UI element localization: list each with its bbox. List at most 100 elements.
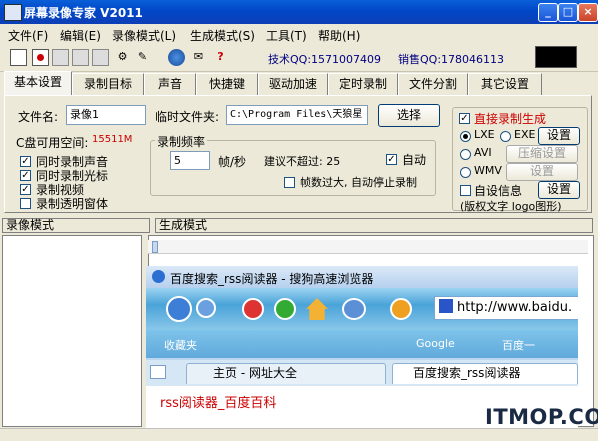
- back-icon: [166, 296, 192, 322]
- refresh-icon: [274, 298, 296, 320]
- check-transparent-window[interactable]: [20, 198, 31, 209]
- window-title: 屏幕录像专家 V2011: [24, 6, 143, 20]
- app-icon: [4, 4, 22, 21]
- frequency-title: 录制频率: [155, 133, 208, 150]
- filename-input[interactable]: 录像1: [66, 105, 146, 125]
- tab-hotkey[interactable]: 快捷键: [196, 73, 258, 95]
- tab-sound[interactable]: 声音: [144, 73, 196, 95]
- radio-exe-label: EXE: [514, 128, 536, 141]
- select-button[interactable]: 选择: [378, 104, 440, 127]
- stop-page-icon: [242, 298, 264, 320]
- fav-google: Google: [416, 337, 455, 350]
- radio-wmv[interactable]: [460, 167, 471, 178]
- pen-icon[interactable]: ✎: [134, 49, 151, 66]
- copyright-note: (版权文字 logo图形): [460, 200, 562, 213]
- check-record-sound[interactable]: ✓: [20, 156, 31, 167]
- menu-gen-mode[interactable]: 生成模式(S): [190, 27, 255, 44]
- tab-record-target[interactable]: 录制目标: [72, 73, 144, 95]
- title-bar: 屏幕录像专家 V2011 _ □ ×: [0, 0, 598, 24]
- browser-tabs: 主页 - 网址大全 百度搜索_rss阅读器: [146, 360, 578, 386]
- browser-tab-home-label: 主页 - 网址大全: [213, 366, 297, 380]
- disk-space-label: C盘可用空间:: [16, 136, 89, 150]
- gen-mode-header: 生成模式: [155, 218, 593, 233]
- browser-address-bar: http://www.baidu.: [434, 296, 578, 320]
- help-icon[interactable]: ?: [212, 49, 229, 66]
- status-bar: [0, 428, 598, 441]
- check-custom-info[interactable]: [460, 185, 471, 196]
- check-record-video[interactable]: ✓: [20, 184, 31, 195]
- tab-list-icon: [150, 365, 166, 379]
- pause-icon[interactable]: [52, 49, 69, 66]
- menu-help[interactable]: 帮助(H): [318, 27, 360, 44]
- custom-info-label: 自设信息: [474, 184, 523, 198]
- suggest-label: 建议不超过: 25: [264, 155, 341, 168]
- check-direct-gen[interactable]: ✓: [459, 113, 470, 124]
- tech-qq: 技术QQ:1571007409: [268, 53, 382, 66]
- toolbar: ⚙ ✎ ✉ ? 技术QQ:1571007409 销售QQ:178046113: [0, 44, 598, 72]
- record-mode-header: 录像模式: [2, 218, 150, 233]
- radio-lxe[interactable]: [460, 131, 471, 142]
- timeline-scrollbar[interactable]: [148, 240, 588, 254]
- menu-file[interactable]: 文件(F): [8, 27, 48, 44]
- tab-split[interactable]: 文件分割: [398, 73, 468, 95]
- radio-wmv-label: WMV: [474, 164, 502, 177]
- custom-info-setting-button[interactable]: 设置: [538, 181, 580, 199]
- history-icon: [342, 298, 366, 320]
- tab-driver[interactable]: 驱动加速: [258, 73, 328, 95]
- record-icon[interactable]: [32, 49, 49, 66]
- browser-address-text: http://www.baidu.: [457, 300, 573, 315]
- tab-other[interactable]: 其它设置: [468, 73, 542, 95]
- check-record-cursor[interactable]: ✓: [20, 170, 31, 181]
- frequency-input[interactable]: 5: [170, 151, 210, 170]
- browser-tab-baidu: 百度搜索_rss阅读器: [392, 363, 578, 384]
- tab-basic[interactable]: 基本设置: [4, 71, 72, 95]
- close-button[interactable]: ×: [578, 3, 598, 22]
- play-icon[interactable]: [92, 49, 109, 66]
- browser-tab-home: 主页 - 网址大全: [186, 363, 386, 384]
- favorite-star-icon: [390, 298, 412, 320]
- wmv-setting-button[interactable]: 设置: [506, 163, 578, 181]
- minimize-button[interactable]: _: [538, 3, 558, 22]
- direct-gen-title: 直接录制生成: [474, 112, 547, 126]
- tempdir-input[interactable]: C:\Program Files\天狼星: [226, 105, 368, 125]
- fav-folder: 收藏夹: [164, 339, 197, 352]
- tools-icon[interactable]: ✉: [190, 49, 207, 66]
- browser-titlebar: 百度搜索_rss阅读器 - 搜狗高速浏览器: [146, 266, 578, 288]
- settings-icon[interactable]: ⚙: [114, 49, 131, 66]
- check-auto-label: 自动: [402, 153, 427, 167]
- new-icon[interactable]: [10, 49, 27, 66]
- menu-tools[interactable]: 工具(T): [266, 27, 307, 44]
- menu-bar: 文件(F) 编辑(E) 录像模式(L) 生成模式(S) 工具(T) 帮助(H): [0, 24, 598, 44]
- baidu-favicon-icon: [439, 299, 453, 313]
- check-auto-stop[interactable]: [284, 177, 295, 188]
- tempdir-label: 临时文件夹:: [155, 110, 220, 124]
- menu-record-mode[interactable]: 录像模式(L): [112, 27, 176, 44]
- lxe-setting-button[interactable]: 设置: [538, 127, 580, 145]
- fav-baidu: 百度一: [502, 339, 535, 352]
- preview-box: [535, 46, 577, 68]
- watermark: ITMOP.COM: [485, 405, 598, 429]
- timeline-thumb[interactable]: [152, 241, 158, 253]
- forward-icon: [196, 298, 216, 318]
- tab-schedule[interactable]: 定时录制: [328, 73, 398, 95]
- frequency-unit: 帧/秒: [218, 155, 247, 169]
- stop-icon[interactable]: [72, 49, 89, 66]
- disk-space-value: 15511M: [92, 134, 133, 145]
- tab-strip: 基本设置 录制目标 声音 快捷键 驱动加速 定时录制 文件分割 其它设置: [4, 71, 594, 95]
- check-auto-stop-label: 帧数过大, 自动停止录制: [300, 176, 417, 189]
- globe-icon[interactable]: [168, 49, 185, 66]
- compress-setting-button[interactable]: 压缩设置: [506, 145, 578, 163]
- recording-list[interactable]: [2, 235, 142, 427]
- filename-label: 文件名:: [18, 110, 59, 124]
- radio-avi[interactable]: [460, 149, 471, 160]
- maximize-button[interactable]: □: [558, 3, 578, 22]
- home-icon: [306, 298, 328, 320]
- browser-favorites-bar: 收藏夹 Google 百度一: [146, 330, 578, 358]
- menu-edit[interactable]: 编辑(E): [60, 27, 101, 44]
- check-auto[interactable]: ✓: [386, 154, 397, 165]
- browser-tab-baidu-label: 百度搜索_rss阅读器: [413, 366, 521, 380]
- browser-content-text: rss阅读器_百度百科: [160, 396, 277, 411]
- browser-navbar: http://www.baidu.: [146, 288, 578, 330]
- radio-lxe-label: LXE: [474, 128, 495, 141]
- radio-exe[interactable]: [500, 131, 511, 142]
